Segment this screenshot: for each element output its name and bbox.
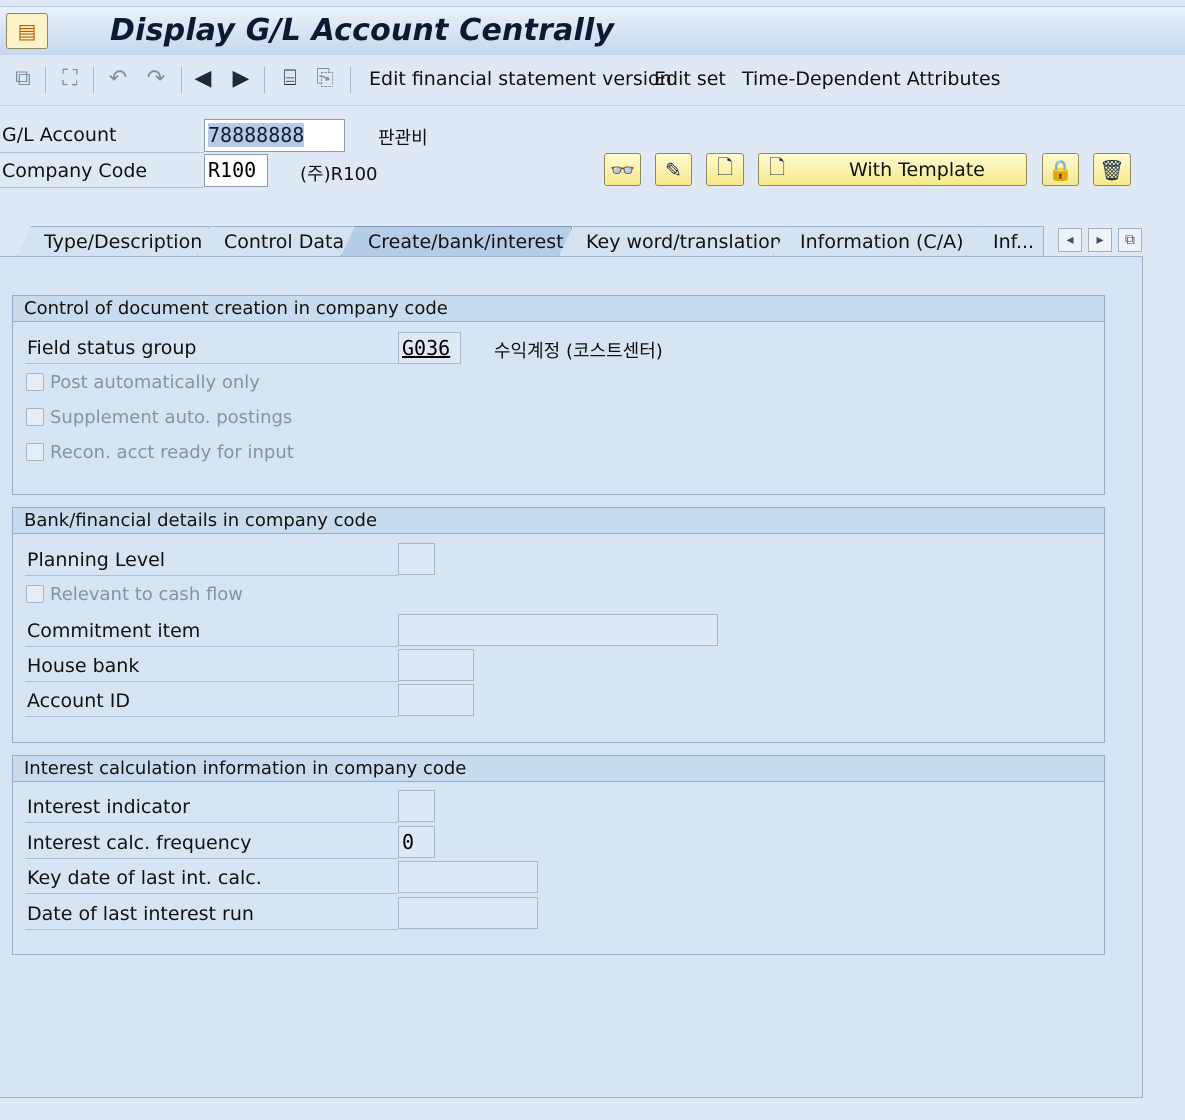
tab-strip: Type/Description Control Data Create/ban… [0,226,1145,258]
post-automatically-label: Post automatically only [50,372,260,393]
delete-button[interactable]: 🗑 [1093,153,1131,186]
toolbar-separator [93,67,94,93]
recon-acct-checkbox[interactable] [26,443,44,461]
label-underline [25,363,398,364]
where-used-icon[interactable]: ⛶ [57,66,83,92]
tab-scroll-right-icon[interactable]: ▸ [1088,228,1112,252]
group-title: Bank/financial details in company code [13,508,1104,534]
previous-icon[interactable]: ◀ [190,66,216,92]
account-id-label: Account ID [27,690,130,712]
key-date-label: Key date of last int. calc. [27,867,262,889]
label-underline [25,681,398,682]
new-document-icon: 🗋 [716,154,734,179]
planning-level-field[interactable] [398,543,435,575]
label-underline [25,646,398,647]
tab-list-icon[interactable]: ⧉ [1118,228,1142,252]
account-id-field[interactable] [398,684,474,716]
last-interest-run-label: Date of last interest run [27,903,254,925]
display-coa-icon[interactable]: ⌸ [277,66,303,92]
last-interest-run-field[interactable] [398,897,538,929]
house-bank-field[interactable] [398,649,474,681]
edit-button[interactable]: ✎ [655,153,692,186]
gl-account-description: 판관비 [378,128,428,149]
post-automatically-checkbox[interactable] [26,373,44,391]
other-object-icon[interactable]: ⧉ [10,66,36,92]
window-title: Display G/L Account Centrally [110,13,615,48]
application-toolbar: ⧉ ⛶ ↶ ↷ ◀ ▶ ⌸ ⎘ Edit financial statement… [0,55,1185,106]
trash-icon: 🗑 [1099,157,1125,182]
with-template-button[interactable]: 🗋 With Template [758,153,1027,186]
undo-icon[interactable]: ↶ [105,66,131,92]
tab-create-bank-interest[interactable]: Create/bank/interest [341,226,572,256]
new-document-icon: 🗋 [768,154,786,179]
sap-menu-icon[interactable]: ▤ [6,13,48,49]
interest-group: Interest calculation information in comp… [12,755,1105,955]
commitment-item-label: Commitment item [27,620,201,642]
title-bar: ▤ Display G/L Account Centrally [0,6,1185,56]
label-underline [0,152,204,153]
commitment-item-field[interactable] [398,614,718,646]
label-underline [25,893,398,894]
supplement-auto-checkbox[interactable] [26,408,44,426]
create-button[interactable]: 🗋 [706,153,744,186]
relevant-cash-flow-checkbox[interactable] [26,585,44,603]
toolbar-separator [45,67,46,93]
recon-acct-label: Recon. acct ready for input [50,442,294,463]
company-code-description: (주)R100 [300,164,378,185]
field-status-group-description: 수익계정 (코스트센터) [494,341,663,362]
label-underline [0,187,204,188]
house-bank-label: House bank [27,655,140,677]
field-status-group-field[interactable]: G036 [398,332,461,364]
redo-icon[interactable]: ↷ [143,66,169,92]
lock-icon: 🔒 [1048,157,1073,182]
pencil-icon: ✎ [665,157,682,182]
with-template-label: With Template [849,159,985,181]
edit-fsv-button[interactable]: Edit financial statement version [369,68,672,90]
label-underline [25,822,398,823]
gl-account-field[interactable]: 78888888 [204,119,345,152]
interest-frequency-field[interactable]: 0 [398,826,435,858]
field-status-group-label: Field status group [27,337,197,359]
edit-set-button[interactable]: Edit set [654,68,726,90]
relevant-cash-flow-label: Relevant to cash flow [50,584,244,605]
label-underline [25,716,398,717]
company-code-label: Company Code [2,160,148,182]
company-code-field[interactable]: R100 [204,154,268,187]
group-title: Control of document creation in company … [13,296,1104,322]
interest-indicator-label: Interest indicator [27,796,190,818]
glasses-icon: 👓 [610,157,635,182]
label-underline [25,929,398,930]
tab-scroll-left-icon[interactable]: ◂ [1058,228,1082,252]
time-dependent-attributes-button[interactable]: Time-Dependent Attributes [742,68,1001,90]
label-underline [25,575,398,576]
display-company-code-icon[interactable]: ⎘ [312,66,338,92]
toolbar-separator [264,67,265,93]
doc-creation-group: Control of document creation in company … [12,295,1105,495]
interest-indicator-field[interactable] [398,790,435,822]
display-change-button[interactable]: 👓 [604,153,641,186]
toolbar-separator [350,67,351,93]
toolbar-separator [181,67,182,93]
tab-key-word-translation[interactable]: Key word/translation [559,226,787,256]
supplement-auto-label: Supplement auto. postings [50,407,293,428]
tab-control-data[interactable]: Control Data [197,226,357,256]
tab-information-ca[interactable]: Information (C/A) [773,226,980,256]
label-underline [25,858,398,859]
block-button[interactable]: 🔒 [1042,153,1079,186]
tab-type-description[interactable]: Type/Description [17,226,210,256]
planning-level-label: Planning Level [27,549,166,571]
gl-account-value: 78888888 [208,123,305,147]
interest-frequency-label: Interest calc. frequency [27,832,252,854]
group-title: Interest calculation information in comp… [13,756,1104,782]
gl-account-label: G/L Account [2,124,117,146]
key-date-field[interactable] [398,861,538,893]
next-icon[interactable]: ▶ [228,66,254,92]
